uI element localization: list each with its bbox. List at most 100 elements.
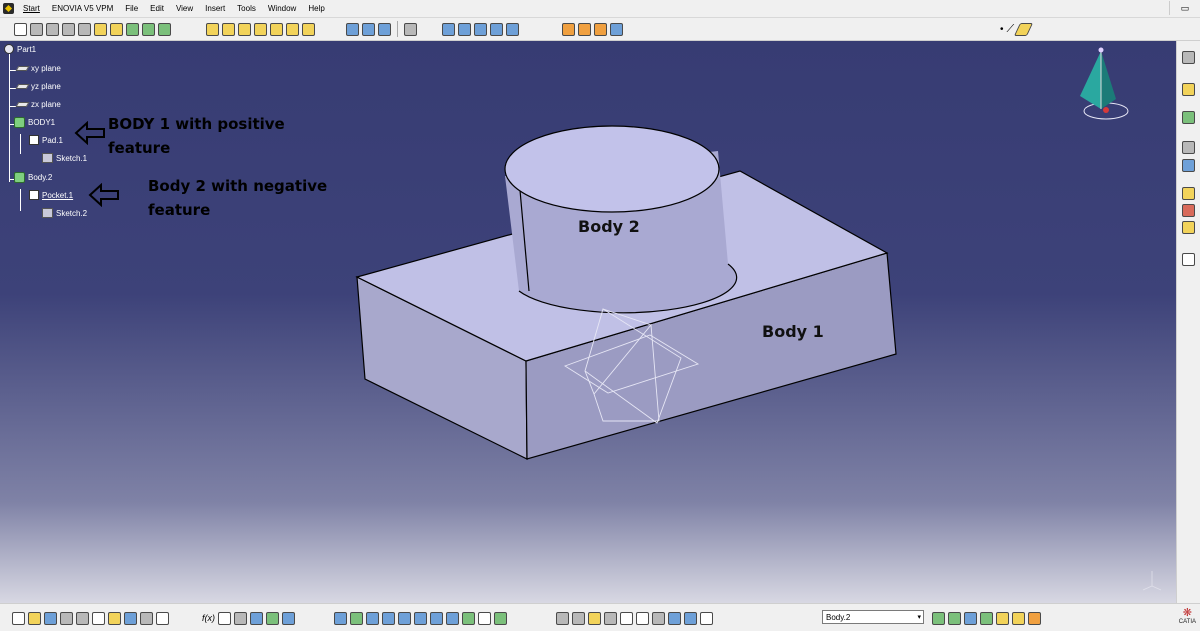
chamfer-icon[interactable] (222, 22, 235, 36)
point-icon[interactable]: • (1000, 24, 1004, 35)
tree-node-pocket[interactable]: Pocket.1 (29, 190, 73, 200)
zoom-out-icon[interactable] (414, 611, 427, 625)
swap-space-icon[interactable] (494, 611, 507, 625)
pan-icon[interactable] (366, 611, 379, 625)
fly-icon[interactable] (334, 611, 347, 625)
plane-icon[interactable] (1014, 22, 1034, 36)
lines-icon[interactable] (1012, 611, 1025, 625)
copy-icon[interactable] (1182, 159, 1195, 172)
lock-icon[interactable] (588, 611, 601, 625)
refresh-icon[interactable] (556, 611, 569, 625)
properties-icon[interactable] (282, 611, 295, 625)
menu-insert[interactable]: Insert (199, 0, 231, 17)
menu-help[interactable]: Help (302, 0, 330, 17)
inertia-icon[interactable] (1182, 221, 1195, 234)
pad-icon[interactable] (30, 22, 43, 36)
comment-icon[interactable] (218, 611, 231, 625)
scaling-icon[interactable] (404, 22, 417, 36)
menu-window[interactable]: Window (262, 0, 302, 17)
restore-window-button[interactable]: ▭ (1169, 1, 1200, 15)
remove-icon[interactable] (474, 22, 487, 36)
shading-icon[interactable] (462, 611, 475, 625)
brush-icon[interactable] (1028, 611, 1041, 625)
translation-icon[interactable] (346, 22, 359, 36)
menu-tools[interactable]: Tools (231, 0, 262, 17)
slot-icon[interactable] (126, 22, 139, 36)
geometrical-set-icon[interactable] (578, 22, 591, 36)
remove-face-icon[interactable] (302, 22, 315, 36)
stiffener-icon[interactable] (142, 22, 155, 36)
menu-start[interactable]: Start (17, 0, 46, 17)
geometry-icon[interactable] (636, 611, 649, 625)
undo-icon[interactable] (124, 611, 137, 625)
save-icon[interactable] (44, 611, 57, 625)
stack-icon[interactable] (1182, 111, 1195, 124)
body-icon[interactable] (562, 22, 575, 36)
material-icon[interactable] (948, 611, 961, 625)
print-icon[interactable] (60, 611, 73, 625)
fill-icon[interactable] (996, 611, 1009, 625)
layer-icon[interactable] (668, 611, 681, 625)
pattern-icon[interactable] (378, 22, 391, 36)
tree-node-body1[interactable]: BODY1 (14, 117, 55, 128)
loft-icon[interactable] (158, 22, 171, 36)
menu-view[interactable]: View (170, 0, 199, 17)
body2-cylinder-top[interactable] (504, 125, 720, 213)
line-icon[interactable]: ⟋ (1007, 23, 1015, 36)
paste-icon[interactable] (108, 611, 121, 625)
pocket-icon[interactable] (46, 22, 59, 36)
update-icon[interactable] (266, 611, 279, 625)
thickness-icon[interactable] (270, 22, 283, 36)
catia-logo-icon[interactable] (3, 3, 14, 14)
render-icon[interactable] (964, 611, 977, 625)
current-body-dropdown[interactable]: Body.2 ▾ (822, 610, 924, 624)
hole-icon[interactable] (94, 22, 107, 36)
menu-enovia[interactable]: ENOVIA V5 VPM (46, 0, 119, 17)
draft-icon[interactable] (238, 22, 251, 36)
sketcher-icon[interactable] (14, 22, 27, 36)
copy-icon[interactable] (92, 611, 105, 625)
tree-node-sketch2[interactable]: Sketch.2 (42, 208, 87, 218)
tree-node-pad[interactable]: Pad.1 (29, 135, 63, 145)
formula-icon[interactable]: f(x) (202, 613, 215, 623)
table-icon[interactable] (234, 611, 247, 625)
menu-edit[interactable]: Edit (144, 0, 170, 17)
zoom-in-icon[interactable] (398, 611, 411, 625)
help-icon[interactable] (156, 611, 169, 625)
measure-icon[interactable] (652, 611, 665, 625)
analysis-icon[interactable] (1182, 187, 1195, 200)
ordered-set-icon[interactable] (594, 22, 607, 36)
tree-node-yz-plane[interactable]: yz plane (15, 82, 61, 91)
fillet-icon[interactable] (206, 22, 219, 36)
open-folder-icon[interactable] (28, 611, 41, 625)
camera-icon[interactable] (604, 611, 617, 625)
fit-all-icon[interactable] (350, 611, 363, 625)
add-icon[interactable] (458, 22, 471, 36)
rib-icon[interactable] (110, 22, 123, 36)
shell-icon[interactable] (254, 22, 267, 36)
normal-view-icon[interactable] (430, 611, 443, 625)
shaft-icon[interactable] (62, 22, 75, 36)
graphic-properties-icon[interactable] (932, 611, 945, 625)
union-trim-icon[interactable] (506, 22, 519, 36)
3d-viewport[interactable]: Body 2 Body 1 Part1 xy plane yz plane zx… (0, 41, 1176, 603)
new-file-icon[interactable] (12, 611, 25, 625)
redo-icon[interactable] (140, 611, 153, 625)
properties-icon[interactable] (700, 611, 713, 625)
thread-icon[interactable] (286, 22, 299, 36)
settings-gear-icon[interactable] (1182, 51, 1195, 64)
assemble-icon[interactable] (442, 22, 455, 36)
tree-node-xy-plane[interactable]: xy plane (15, 64, 61, 73)
rotate-icon[interactable] (382, 611, 395, 625)
cut-icon[interactable] (76, 611, 89, 625)
select-arrow-icon[interactable] (1182, 83, 1195, 96)
menu-file[interactable]: File (119, 0, 144, 17)
colors-icon[interactable] (980, 611, 993, 625)
cut-icon[interactable] (1182, 141, 1195, 154)
tree-node-zx-plane[interactable]: zx plane (15, 100, 61, 109)
intersect-icon[interactable] (490, 22, 503, 36)
grid-icon[interactable] (572, 611, 585, 625)
groove-icon[interactable] (78, 22, 91, 36)
measure-icon[interactable] (1182, 204, 1195, 217)
tree-node-body2[interactable]: Body.2 (14, 172, 52, 183)
